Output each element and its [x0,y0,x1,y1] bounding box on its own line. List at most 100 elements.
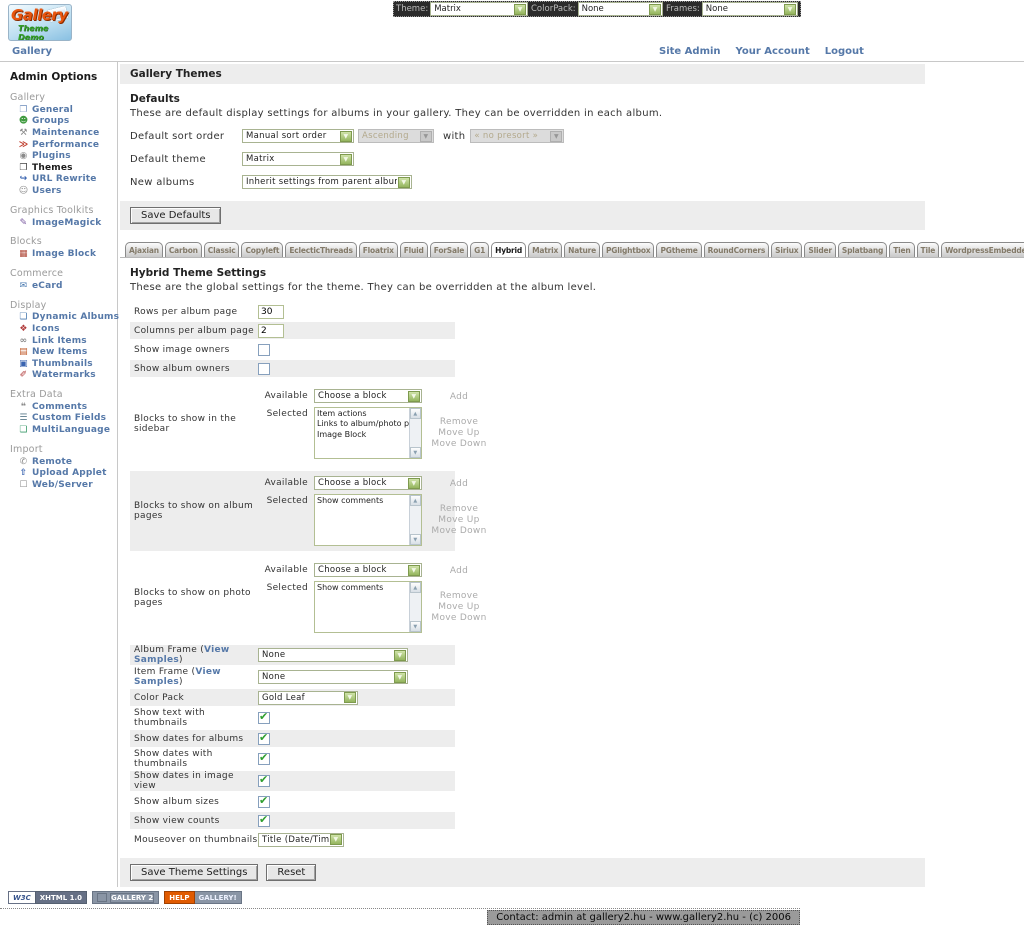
available-block-select[interactable]: Choose a block▼ [314,389,422,403]
setting-checkbox-show-album-owners[interactable] [258,363,270,375]
new-albums-select[interactable]: Inherit settings from parent album▼ [242,175,412,189]
setting-checkbox-show-dates-for-albums[interactable]: ✔ [258,733,270,745]
tab-wordpressembedded[interactable]: WordpressEmbedded [941,242,1024,257]
add-link[interactable]: Add [428,563,490,576]
sidebar-item-new-items[interactable]: ▤New Items [0,346,117,358]
setting-checkbox-show-image-owners[interactable] [258,344,270,356]
action-move-down[interactable]: Move Down [428,526,490,536]
link-logout[interactable]: Logout [825,46,864,57]
setting-input-columns-per-album-page[interactable] [258,324,284,338]
save-defaults-button[interactable]: Save Defaults [130,207,221,224]
tab-pgtheme[interactable]: PGtheme [656,242,701,257]
tab-classic[interactable]: Classic [204,242,240,257]
reset-button[interactable]: Reset [266,864,316,881]
sidebar-item-remote[interactable]: ✆Remote [0,456,117,468]
action-move-down[interactable]: Move Down [428,439,490,449]
listbox-scrollbar[interactable]: ▲▼ [409,582,421,632]
setting-select-mouseover-on-thumbnails[interactable]: Title (Date/Time)▼ [258,833,344,847]
tab-forsale[interactable]: ForSale [430,242,468,257]
available-block-select[interactable]: Choose a block▼ [314,476,422,490]
save-theme-settings-button[interactable]: Save Theme Settings [130,864,258,881]
breadcrumb[interactable]: Gallery [12,46,52,57]
sort-direction-select[interactable]: Ascending▼ [358,129,434,143]
gallery2-badge[interactable]: GALLERY 2 [92,891,159,904]
sidebar-item-dynamic-albums[interactable]: ❏Dynamic Albums [0,312,117,324]
setting-input-rows-per-album-page[interactable] [258,305,284,319]
sidebar-item-comments[interactable]: ❝Comments [0,401,117,413]
tab-copyleft[interactable]: Copyleft [241,242,283,257]
sidebar-item-watermarks[interactable]: ✐Watermarks [0,370,117,382]
presort-select[interactable]: « no presort »▼ [470,129,564,143]
sidebar-item-ecard[interactable]: ✉eCard [0,280,117,292]
sidebar-item-custom-fields[interactable]: ☰Custom Fields [0,413,117,425]
available-block-select[interactable]: Choose a block▼ [314,563,422,577]
setting-select-item-frame[interactable]: None▼ [258,670,408,684]
tab-tien[interactable]: Tien [889,242,914,257]
tab-pglightbox[interactable]: PGlightbox [602,242,654,257]
sidebar-item-plugins[interactable]: ◉Plugins [0,150,117,162]
action-remove[interactable]: Remove [428,504,490,514]
tab-nature[interactable]: Nature [564,242,600,257]
listbox-scrollbar[interactable]: ▲▼ [409,408,421,458]
sidebar-item-image-block[interactable]: ▦Image Block [0,248,117,260]
sidebar-item-general[interactable]: ❐General [0,104,117,116]
sidebar-item-link-items[interactable]: ∞Link Items [0,335,117,347]
setting-checkbox-show-dates-with-thumbnails[interactable]: ✔ [258,753,270,765]
tab-siriux[interactable]: Siriux [771,242,802,257]
sort-order-select[interactable]: Manual sort order▼ [242,129,354,143]
selected-blocks-list[interactable]: Show comments▲▼ [314,494,422,546]
action-remove[interactable]: Remove [428,591,490,601]
sidebar-item-imagemagick[interactable]: ✎ImageMagick [0,217,117,229]
frames-select[interactable]: None▼ [702,2,798,16]
help-gallery-badge[interactable]: HELP GALLERY! [164,891,241,904]
action-move-up[interactable]: Move Up [428,428,490,438]
tab-eclecticthreads[interactable]: EclecticThreads [285,242,356,257]
action-remove[interactable]: Remove [428,417,490,427]
tab-roundcorners[interactable]: RoundCorners [704,242,770,257]
sidebar-item-users[interactable]: ☺Users [0,185,117,197]
sidebar-item-web-server[interactable]: ☐Web/Server [0,479,117,491]
tab-floatrix[interactable]: Floatrix [359,242,398,257]
w3c-xhtml-badge[interactable]: W3C XHTML 1.0 [8,891,87,904]
tab-carbon[interactable]: Carbon [165,242,202,257]
sidebar-item-upload-applet[interactable]: ⇧Upload Applet [0,467,117,479]
tab-hybrid[interactable]: Hybrid [491,242,526,258]
action-move-up[interactable]: Move Up [428,515,490,525]
setting-select-album-frame[interactable]: None▼ [258,648,408,662]
action-move-down[interactable]: Move Down [428,613,490,623]
sidebar-item-themes[interactable]: ❒Themes [0,162,117,174]
add-link[interactable]: Add [428,476,490,489]
selected-blocks-list[interactable]: Item actionsLinks to album/photo peersIm… [314,407,422,459]
setting-select-color-pack[interactable]: Gold Leaf▼ [258,691,358,705]
tab-slider[interactable]: Slider [804,242,836,257]
tab-splatbang[interactable]: Splatbang [838,242,887,257]
sidebar-item-icons[interactable]: ❖Icons [0,323,117,335]
tab-fluid[interactable]: Fluid [400,242,428,257]
sidebar-item-groups[interactable]: ☻Groups [0,116,117,128]
tab-g1[interactable]: G1 [470,242,489,257]
setting-checkbox-show-view-counts[interactable]: ✔ [258,815,270,827]
gallery-logo[interactable]: Gallery Theme Demo [8,4,72,41]
link-site-admin[interactable]: Site Admin [659,46,721,57]
add-link[interactable]: Add [428,389,490,402]
colorpack-select[interactable]: None▼ [578,2,663,16]
selected-blocks-list[interactable]: Show comments▲▼ [314,581,422,633]
tab-tile[interactable]: Tile [917,242,940,257]
setting-checkbox-show-text-with-thumbnails[interactable]: ✔ [258,712,270,724]
sidebar-item-maintenance[interactable]: ⚒Maintenance [0,127,117,139]
tab-ajaxian[interactable]: Ajaxian [125,242,163,257]
selected-label: Selected [258,407,308,419]
sidebar-item-thumbnails[interactable]: ▣Thumbnails [0,358,117,370]
sidebar-item-label: Users [32,186,62,196]
listbox-scrollbar[interactable]: ▲▼ [409,495,421,545]
sidebar-item-performance[interactable]: ≫Performance [0,139,117,151]
setting-checkbox-show-album-sizes[interactable]: ✔ [258,796,270,808]
sidebar-item-url-rewrite[interactable]: ↪URL Rewrite [0,174,117,186]
setting-checkbox-show-dates-in-image-view[interactable]: ✔ [258,775,270,787]
link-your-account[interactable]: Your Account [736,46,810,57]
tab-matrix[interactable]: Matrix [528,242,562,257]
default-theme-select[interactable]: Matrix▼ [242,152,354,166]
action-move-up[interactable]: Move Up [428,602,490,612]
theme-select[interactable]: Matrix▼ [430,2,528,16]
sidebar-item-multilanguage[interactable]: ❏MultiLanguage [0,424,117,436]
